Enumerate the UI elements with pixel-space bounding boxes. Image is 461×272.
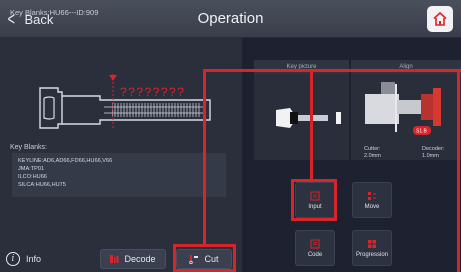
key-picture-tip <box>336 112 341 124</box>
key-blank-line: JMA:TP01 <box>18 166 45 172</box>
key-cut-hatch <box>112 103 200 117</box>
decoder-size-line: 1.0mm <box>422 153 439 159</box>
info-icon: i <box>6 252 20 266</box>
info-label: Info <box>26 254 42 264</box>
progression-button[interactable]: Progression <box>352 230 392 266</box>
clamp-knob-cap <box>433 88 441 126</box>
decoder-size-line: Decoder: <box>422 146 445 152</box>
move-button[interactable]: Move <box>352 182 392 218</box>
clamp-jaw <box>365 94 399 124</box>
key-blank-line: ILCO:HU66 <box>18 174 47 180</box>
decode-label: Decode <box>124 254 156 264</box>
cutter-size-line: 2.0mm <box>364 153 381 159</box>
key-picture-collar <box>290 112 298 124</box>
decoder-size: Decoder: 1.0mm <box>422 146 444 160</box>
home-icon <box>433 11 447 26</box>
info-button[interactable]: i Info <box>6 252 41 266</box>
highlight-connector-mid <box>310 69 313 180</box>
unknown-cuts-label: ???????? <box>120 85 185 99</box>
align-line <box>395 84 397 132</box>
key-blanks-list: KEYLINE:AD6,AD66,FD66,HU66,V66 JMA:TP01 … <box>12 153 226 197</box>
key-blank-line: KEYLINE:AD6,AD66,FD66,HU66,V66 <box>18 158 113 164</box>
highlight-connector-right <box>457 69 460 272</box>
highlight-input-box <box>291 179 337 221</box>
cutter-size: Cutter: 2.0mm <box>364 146 381 160</box>
key-blank-line: SILCA:HU66,HU75 <box>18 182 66 188</box>
decode-button[interactable]: Decode <box>100 249 166 269</box>
key-head-inner <box>43 96 55 120</box>
move-label: Move <box>364 203 380 210</box>
decoder-badge-text: S1.B <box>416 129 428 135</box>
key-picture-area <box>254 74 349 160</box>
key-head-outline <box>39 87 63 129</box>
progression-label: Progression <box>355 251 388 258</box>
decode-icon <box>110 255 119 263</box>
key-picture <box>276 108 341 128</box>
key-blanks-label: Key Blanks: <box>10 144 47 151</box>
highlight-connector-left <box>203 69 206 245</box>
highlight-connector-top <box>203 69 461 72</box>
move-icon <box>368 191 376 200</box>
code-label: Code <box>307 251 323 258</box>
key-picture-blade <box>298 115 328 121</box>
cutter-size-line: Cutter: <box>364 146 381 152</box>
progression-icon <box>368 239 376 248</box>
code-icon <box>310 239 320 248</box>
home-button[interactable] <box>427 6 453 32</box>
code-button[interactable]: Code <box>295 230 335 266</box>
marker-triangle-icon <box>109 75 117 81</box>
highlight-cut-box <box>173 244 236 272</box>
